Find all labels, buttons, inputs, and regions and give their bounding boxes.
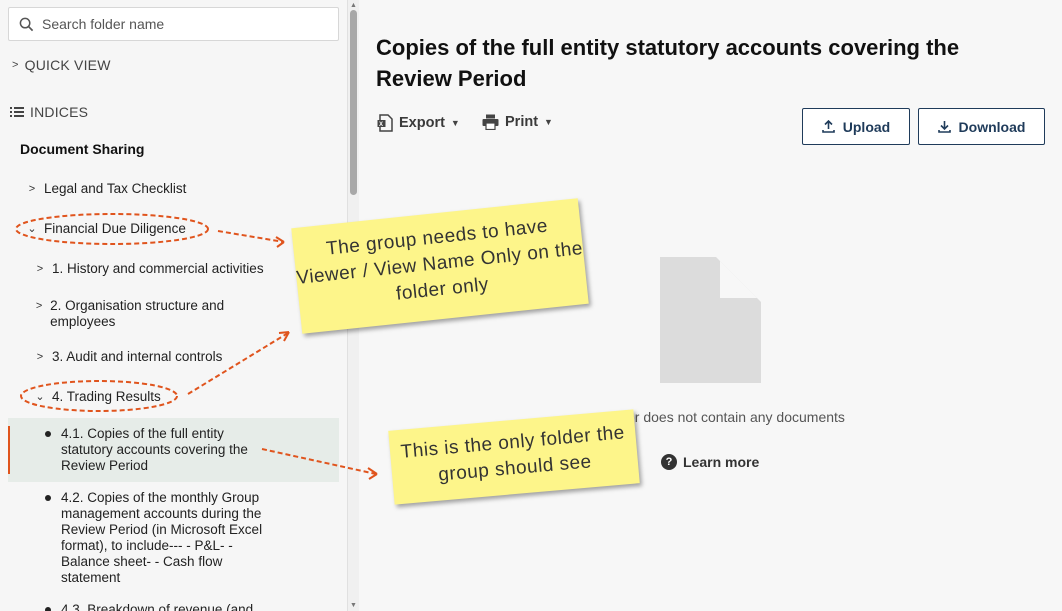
quick-view-toggle[interactable]: > QUICK VIEW <box>12 57 111 73</box>
tree-item-label: Financial Due Diligence <box>44 221 186 236</box>
print-label: Print <box>505 114 539 130</box>
selected-indicator <box>8 426 10 474</box>
chevron-right-icon: > <box>36 263 44 275</box>
upload-icon <box>821 120 835 133</box>
tree-item-label: 1. History and commercial activities <box>52 261 264 276</box>
learn-more-link[interactable]: ? Learn more <box>661 454 759 470</box>
tree-item-4-2[interactable]: 4.2. Copies of the monthly Group managem… <box>45 490 283 586</box>
learn-more-label: Learn more <box>683 454 760 470</box>
tree-item-legal-tax[interactable]: > Legal and Tax Checklist <box>26 181 187 197</box>
caret-down-icon: ▼ <box>544 117 553 127</box>
tree-item-4-1[interactable]: 4.1. Copies of the full entity statutory… <box>45 426 270 474</box>
search-icon <box>19 17 34 31</box>
indices-label: INDICES <box>30 104 89 120</box>
download-icon <box>937 121 951 133</box>
bullet-icon <box>45 495 51 501</box>
page-title: Copies of the full entity statutory acco… <box>376 35 960 91</box>
tree-item-history[interactable]: > 1. History and commercial activities <box>34 261 264 277</box>
tree-item-label: Legal and Tax Checklist <box>44 181 187 196</box>
chevron-right-icon: > <box>28 183 36 195</box>
caret-down-icon: ▼ <box>450 118 460 128</box>
section-title: Document Sharing <box>20 141 145 157</box>
download-button[interactable]: Download <box>918 108 1045 145</box>
tree-item-label: 3. Audit and internal controls <box>52 349 223 364</box>
export-label: Export <box>399 115 445 131</box>
excel-file-icon: X <box>377 114 393 132</box>
svg-text:X: X <box>379 122 383 128</box>
tree-item-organisation[interactable]: > 2. Organisation structure and employee… <box>34 298 254 330</box>
search-input[interactable] <box>42 16 322 32</box>
empty-document-icon <box>660 257 761 383</box>
tree-item-label: 2. Organisation structure and employees <box>50 298 225 329</box>
bullet-icon <box>45 607 51 611</box>
chevron-down-icon: ⌄ <box>27 223 37 235</box>
scrollbar-thumb[interactable] <box>350 10 357 195</box>
indices-toggle[interactable]: INDICES <box>10 104 88 120</box>
tree-item-label: 4.2. Copies of the monthly Group managem… <box>61 490 263 585</box>
download-label: Download <box>958 118 1026 135</box>
tree-item-audit[interactable]: > 3. Audit and internal controls <box>34 349 223 365</box>
tree-item-4-3[interactable]: 4.3. Breakdown of revenue (and <box>45 602 283 611</box>
upload-button[interactable]: Upload <box>802 108 910 145</box>
tree-item-label: 4.1. Copies of the full entity statutory… <box>61 426 248 473</box>
chevron-right-icon: > <box>12 59 19 71</box>
chevron-right-icon: > <box>35 300 43 312</box>
tree-item-label: 4. Trading Results <box>52 389 161 404</box>
bullet-icon <box>45 431 51 437</box>
scroll-up-arrow-icon[interactable]: ▲ <box>348 2 359 9</box>
folder-sidebar: > QUICK VIEW INDICES Document Sharing > … <box>0 0 347 611</box>
chevron-right-icon: > <box>36 351 44 363</box>
printer-icon <box>482 114 499 130</box>
help-icon: ? <box>661 454 677 470</box>
chevron-down-icon: ⌄ <box>35 391 45 403</box>
print-menu[interactable]: Print ▼ <box>482 114 553 130</box>
search-box[interactable] <box>8 7 339 41</box>
tree-item-label: 4.3. Breakdown of revenue (and <box>61 602 254 611</box>
quick-view-label: QUICK VIEW <box>24 57 111 73</box>
scroll-down-arrow-icon[interactable]: ▼ <box>348 602 359 609</box>
tree-item-trading-results[interactable]: ⌄ 4. Trading Results <box>34 389 161 405</box>
empty-folder-message: er does not contain any documents <box>627 409 845 425</box>
list-icon <box>10 107 24 117</box>
tree-item-financial-dd[interactable]: ⌄ Financial Due Diligence <box>26 221 186 237</box>
upload-label: Upload <box>842 118 891 135</box>
export-menu[interactable]: X Export ▼ <box>377 114 460 132</box>
